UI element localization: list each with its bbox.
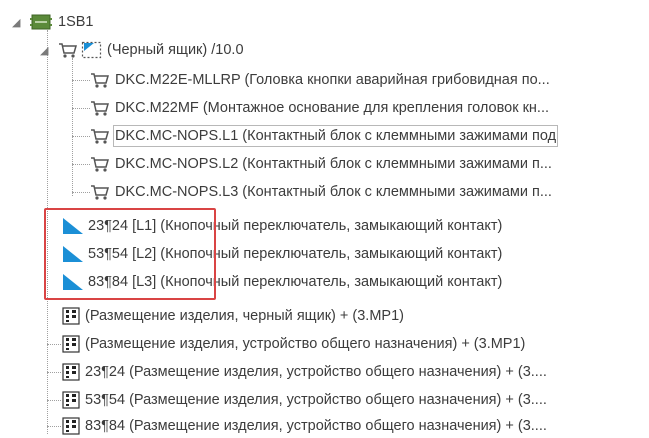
tree-line: [47, 400, 61, 401]
tree-line: [72, 164, 90, 165]
tree-line: [47, 372, 61, 373]
cart-icon: [91, 73, 109, 88]
tree-node-label: DKC.MC-NOPS.L3 (Контактный блок с клеммн…: [115, 184, 552, 200]
tree-node-placement[interactable]: 83¶84 (Размещение изделия, устройство об…: [62, 414, 549, 438]
tree-line: [72, 80, 90, 81]
tree-node-label: DKC.M22MF (Монтажное основание для крепл…: [115, 100, 550, 116]
tree-node-black-box[interactable]: (Черный ящик) /10.0: [58, 38, 246, 62]
tree-node-label: DKC.MC-NOPS.L1 (Контактный блок с клеммн…: [113, 125, 559, 147]
cart-icon: [91, 185, 109, 200]
tree-node-label: (Черный ящик) /10.0: [107, 42, 244, 58]
tree-line: [72, 58, 73, 196]
device-tree-panel: { "tree": { "root": { "label": "1SB1" },…: [0, 0, 649, 435]
tree-node-label: DKC.M22E-MLLRP (Головка кнопки аварийная…: [115, 72, 550, 88]
cart-icon: [91, 129, 109, 144]
tree-node-label: (Размещение изделия, черный ящик) + (3.M…: [85, 308, 404, 324]
tree-node-label: 53¶54 (Размещение изделия, устройство об…: [85, 392, 547, 408]
tree-line: [72, 192, 90, 193]
placement-icon: [62, 307, 80, 325]
cart-icon: [91, 101, 109, 116]
collapse-arrow-icon[interactable]: ◢: [12, 16, 20, 29]
tree-node-label: 83¶84 (Размещение изделия, устройство об…: [85, 418, 547, 434]
device-icon: [30, 14, 52, 30]
placement-icon: [62, 335, 80, 353]
tree-node-placement[interactable]: 53¶54 (Размещение изделия, устройство об…: [62, 388, 549, 412]
tree-line: [47, 426, 61, 427]
placement-icon: [62, 417, 80, 435]
cart-icon: [59, 43, 77, 58]
tree-node-label: 23¶24 (Размещение изделия, устройство об…: [85, 364, 547, 380]
tree-line: [47, 344, 61, 345]
black-box-icon: [81, 41, 102, 59]
collapse-arrow-icon[interactable]: ◢: [40, 44, 48, 57]
tree-node-placement[interactable]: (Размещение изделия, черный ящик) + (3.M…: [62, 304, 406, 328]
tree-node-part[interactable]: DKC.M22MF (Монтажное основание для крепл…: [90, 96, 551, 120]
placement-icon: [62, 391, 80, 409]
tree-node-label: (Размещение изделия, устройство общего н…: [85, 336, 526, 352]
highlight-box: [44, 208, 216, 300]
tree-node-part[interactable]: DKC.MC-NOPS.L1 (Контактный блок с клеммн…: [90, 124, 559, 148]
tree-node-label: DKC.MC-NOPS.L2 (Контактный блок с клеммн…: [115, 156, 552, 172]
cart-icon: [91, 157, 109, 172]
tree-node-part[interactable]: DKC.M22E-MLLRP (Головка кнопки аварийная…: [90, 68, 552, 92]
tree-node-label: 1SB1: [58, 14, 94, 30]
tree-node-root[interactable]: 1SB1: [30, 10, 95, 34]
tree-node-placement[interactable]: 23¶24 (Размещение изделия, устройство об…: [62, 360, 549, 384]
tree-node-part[interactable]: DKC.MC-NOPS.L3 (Контактный блок с клеммн…: [90, 180, 554, 204]
tree-node-placement[interactable]: (Размещение изделия, устройство общего н…: [62, 332, 527, 356]
tree-line: [72, 108, 90, 109]
placement-icon: [62, 363, 80, 381]
tree-line: [72, 136, 90, 137]
tree-node-part[interactable]: DKC.MC-NOPS.L2 (Контактный блок с клеммн…: [90, 152, 554, 176]
